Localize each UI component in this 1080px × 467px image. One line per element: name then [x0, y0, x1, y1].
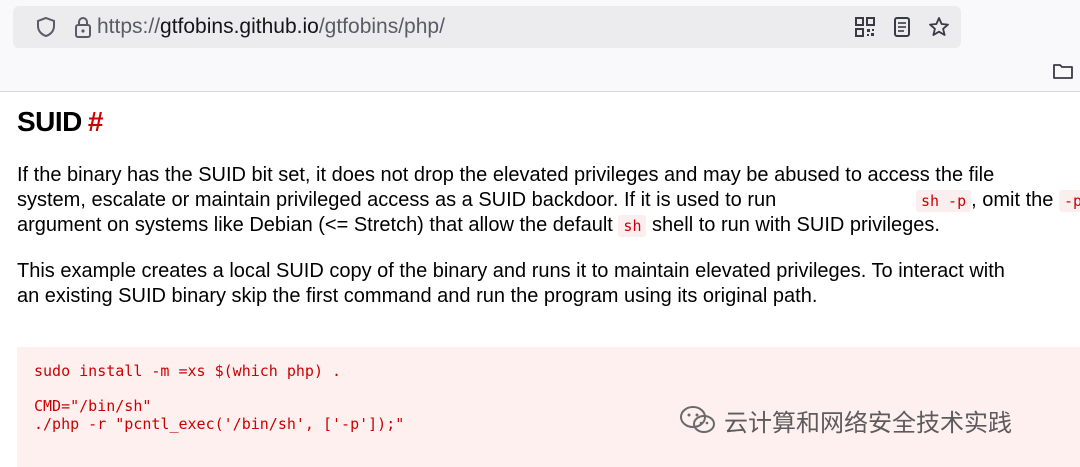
description-paragraph-line1: If the binary has the SUID bit set, it d…: [17, 164, 995, 186]
code-line: CMD="/bin/sh": [34, 397, 152, 415]
qr-code-icon[interactable]: [854, 16, 876, 38]
paragraph-text: argument on systems like Debian (<= Stre…: [17, 214, 613, 236]
watermark: 云计算和网络安全技术实践: [678, 402, 1012, 438]
bookmark-star-icon[interactable]: [928, 16, 950, 38]
description-paragraph-line3: argument on systems like Debian (<= Stre…: [17, 213, 1080, 239]
address-bar[interactable]: https://gtfobins.github.io/gtfobins/php/: [13, 6, 961, 48]
code-line: ./php -r "pcntl_exec('/bin/sh', ['-p']);…: [34, 414, 405, 433]
paragraph-text: shell to run with SUID privileges.: [652, 214, 940, 236]
paragraph-text: system, escalate or maintain privileged …: [17, 189, 777, 211]
lock-icon[interactable]: [72, 15, 94, 39]
inline-code: -p: [1058, 190, 1080, 212]
url-scheme: https://: [97, 15, 161, 38]
heading-anchor-link[interactable]: #: [88, 106, 104, 137]
reader-view-icon[interactable]: [891, 16, 913, 38]
code-line: sudo install -m =xs $(which php) .: [34, 362, 342, 380]
paragraph-text: , omit the: [971, 189, 1054, 211]
watermark-text: 云计算和网络安全技术实践: [724, 409, 1012, 437]
shield-icon[interactable]: [35, 16, 57, 38]
url-path: /gtfobins/php/: [318, 15, 445, 38]
folder-icon[interactable]: [1052, 61, 1074, 81]
description-paragraph-line2: system, escalate or maintain privileged …: [17, 188, 1080, 214]
wechat-icon: [680, 406, 715, 433]
section-heading: SUID #: [17, 106, 103, 138]
url-host: gtfobins.github.io: [160, 15, 319, 38]
browser-toolbar: https://gtfobins.github.io/gtfobins/php/: [0, 0, 1080, 92]
inline-code: sh -p: [915, 190, 972, 212]
example-paragraph-line2: an existing SUID binary skip the first c…: [17, 285, 818, 307]
example-paragraph-line1: This example creates a local SUID copy o…: [17, 260, 1005, 282]
code-content[interactable]: sudo install -m =xs $(which php) . CMD="…: [34, 362, 405, 433]
section-title: SUID: [17, 106, 82, 137]
inline-code-group: sh -p, omit the -p: [915, 188, 1080, 214]
url-text[interactable]: https://gtfobins.github.io/gtfobins/php/: [97, 15, 445, 39]
inline-code: sh: [618, 215, 647, 237]
